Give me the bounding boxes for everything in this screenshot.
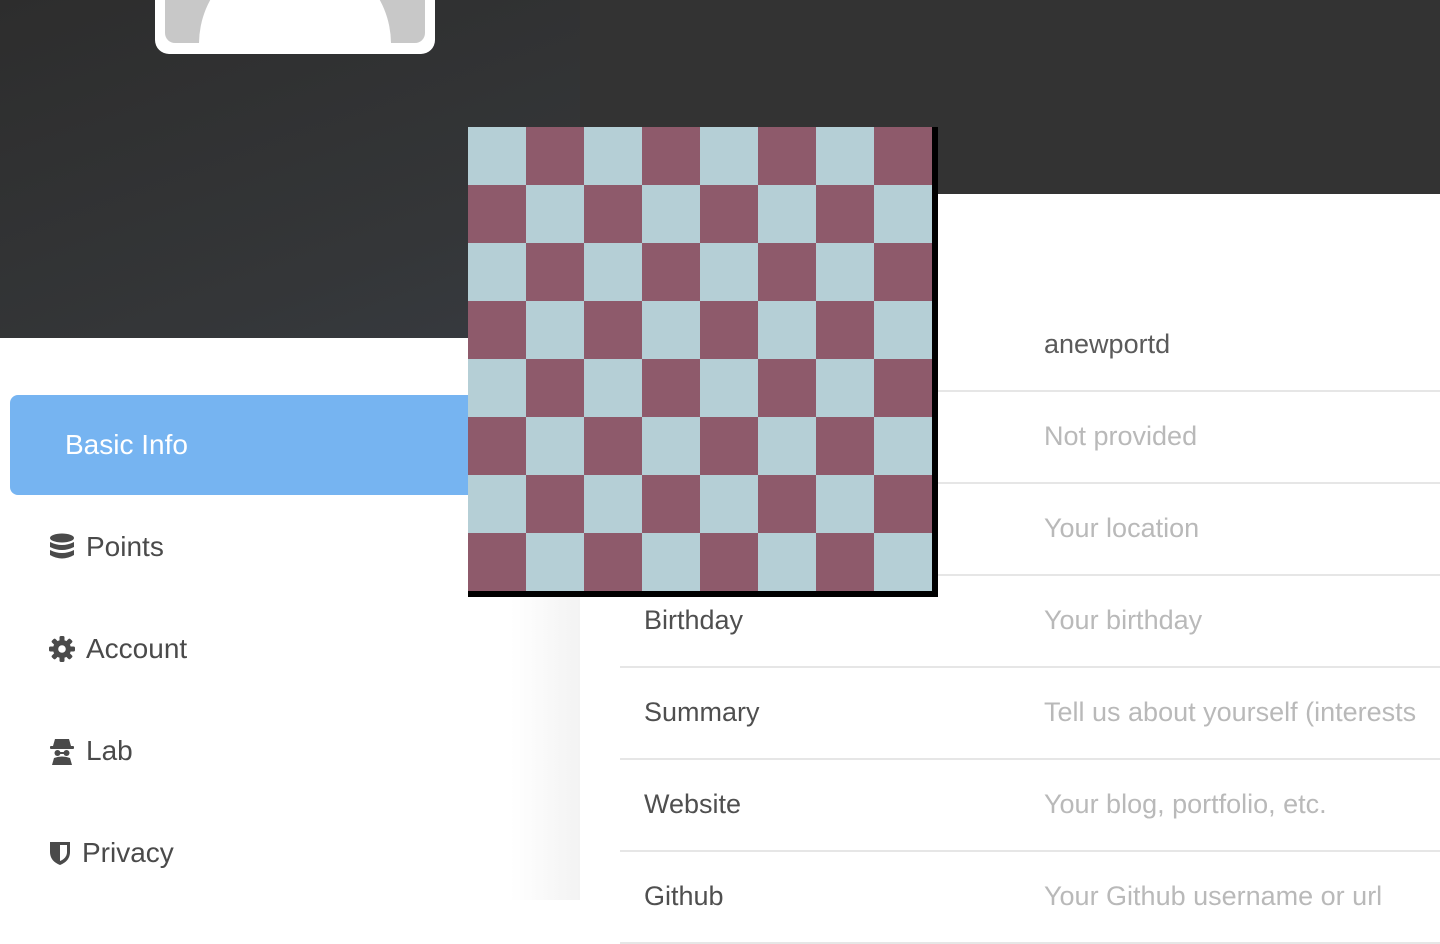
sidebar-item-label: Basic Info <box>65 429 188 460</box>
checker-square <box>700 475 758 533</box>
location-field[interactable]: Your location <box>1044 482 1440 574</box>
checker-square <box>758 359 816 417</box>
checker-square <box>700 533 758 591</box>
sidebar-item-label: Privacy <box>82 837 174 868</box>
checker-square <box>468 127 526 185</box>
checker-square <box>816 127 874 185</box>
checker-square <box>584 417 642 475</box>
github-field[interactable]: Your Github username or url <box>1044 850 1440 942</box>
checker-square <box>584 475 642 533</box>
field-label: Github <box>644 881 724 911</box>
checker-square <box>526 301 584 359</box>
checker-square <box>874 185 932 243</box>
checker-square <box>584 185 642 243</box>
field-label: Website <box>644 789 742 819</box>
shield-icon <box>48 839 72 867</box>
birthday-field[interactable]: Your birthday <box>1044 574 1440 666</box>
checker-square <box>816 301 874 359</box>
checker-square <box>526 475 584 533</box>
sidebar-item-privacy[interactable]: Privacy <box>10 803 580 903</box>
avatar-image <box>165 0 425 43</box>
checker-square <box>758 127 816 185</box>
field-label: Summary <box>644 697 760 727</box>
checker-square <box>758 243 816 301</box>
checker-square <box>526 127 584 185</box>
checker-square <box>642 475 700 533</box>
checker-square <box>874 533 932 591</box>
checker-square <box>758 475 816 533</box>
checker-square <box>468 417 526 475</box>
checker-square <box>874 417 932 475</box>
checker-square <box>642 185 700 243</box>
username-field[interactable]: anewportd <box>1044 298 1440 390</box>
checker-square <box>816 185 874 243</box>
checker-square <box>642 127 700 185</box>
checker-square <box>468 359 526 417</box>
checker-square <box>700 359 758 417</box>
checker-square <box>468 533 526 591</box>
avatar[interactable] <box>155 0 435 54</box>
checker-square <box>526 417 584 475</box>
checker-square <box>526 533 584 591</box>
checker-square <box>642 301 700 359</box>
form-row-website[interactable]: Website Your blog, portfolio, etc. <box>620 758 1440 852</box>
form-row-github[interactable]: Github Your Github username or url <box>620 850 1440 944</box>
checker-square <box>468 301 526 359</box>
checker-square <box>700 243 758 301</box>
sidebar-item-account[interactable]: Account <box>10 599 580 699</box>
checker-square <box>758 301 816 359</box>
checker-square <box>584 533 642 591</box>
checker-square <box>468 185 526 243</box>
checker-square <box>642 417 700 475</box>
sidebar-item-label: Points <box>86 531 164 562</box>
checker-square <box>700 185 758 243</box>
summary-field[interactable]: Tell us about yourself (interests <box>1044 666 1440 758</box>
gear-icon <box>48 635 76 663</box>
website-field[interactable]: Your blog, portfolio, etc. <box>1044 758 1440 850</box>
checker-square <box>584 243 642 301</box>
checker-square <box>584 301 642 359</box>
checker-square <box>874 359 932 417</box>
spy-icon <box>48 737 76 765</box>
email-field[interactable]: Not provided <box>1044 390 1440 482</box>
database-icon <box>48 533 76 561</box>
checker-square <box>584 127 642 185</box>
checker-square <box>874 243 932 301</box>
checker-square <box>700 301 758 359</box>
sidebar-item-label: Lab <box>86 735 133 766</box>
checker-square <box>874 127 932 185</box>
checker-square <box>642 359 700 417</box>
checker-square <box>642 243 700 301</box>
checker-square <box>816 475 874 533</box>
checker-square <box>526 185 584 243</box>
checker-square <box>700 417 758 475</box>
checker-square <box>468 243 526 301</box>
checker-square <box>468 475 526 533</box>
sidebar-item-label: Account <box>86 633 188 664</box>
checker-square <box>526 359 584 417</box>
checker-square <box>584 359 642 417</box>
checker-square <box>874 475 932 533</box>
checker-square <box>816 417 874 475</box>
checker-square <box>816 533 874 591</box>
checker-square <box>758 533 816 591</box>
checker-square <box>526 243 584 301</box>
checker-square <box>758 417 816 475</box>
avatar-silhouette-icon <box>199 0 391 43</box>
checkerboard-overlay <box>468 127 938 597</box>
form-row-summary[interactable]: Summary Tell us about yourself (interest… <box>620 666 1440 760</box>
checker-square <box>700 127 758 185</box>
checker-square <box>816 359 874 417</box>
checker-square <box>642 533 700 591</box>
checker-square <box>758 185 816 243</box>
sidebar-item-lab[interactable]: Lab <box>10 701 580 801</box>
checker-square <box>874 301 932 359</box>
checker-square <box>816 243 874 301</box>
